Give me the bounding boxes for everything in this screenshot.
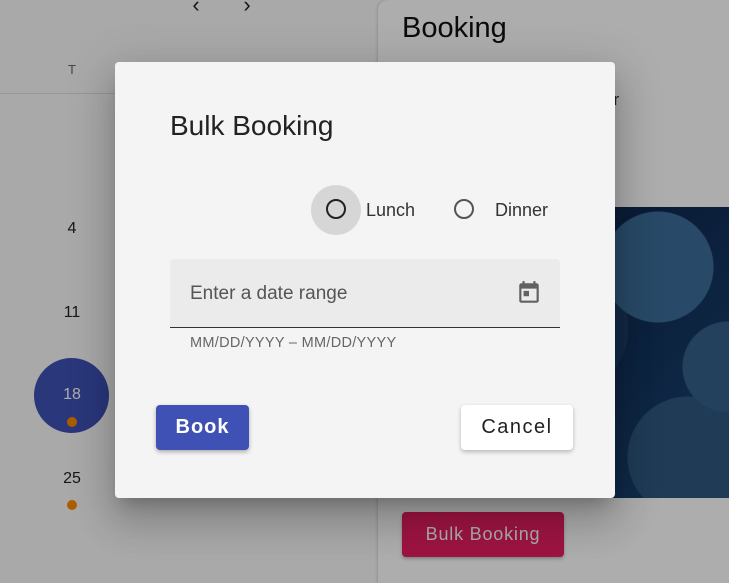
dialog-title: Bulk Booking bbox=[170, 110, 334, 141]
lunch-radio-button[interactable] bbox=[326, 199, 346, 219]
dinner-radio-label[interactable]: Dinner bbox=[495, 200, 548, 221]
lunch-radio-label[interactable]: Lunch bbox=[366, 200, 415, 221]
dinner-radio-button[interactable] bbox=[454, 199, 474, 219]
date-range-field[interactable]: Enter a date range bbox=[170, 259, 560, 328]
book-button[interactable]: Book bbox=[156, 405, 249, 450]
cancel-button[interactable]: Cancel bbox=[461, 405, 573, 450]
date-range-input[interactable]: Enter a date range bbox=[190, 283, 347, 305]
bulk-booking-dialog: Bulk Booking Lunch Dinner Enter a date r… bbox=[115, 62, 615, 498]
calendar-icon[interactable] bbox=[516, 279, 542, 307]
date-range-hint: MM/DD/YYYY – MM/DD/YYYY bbox=[190, 335, 397, 351]
